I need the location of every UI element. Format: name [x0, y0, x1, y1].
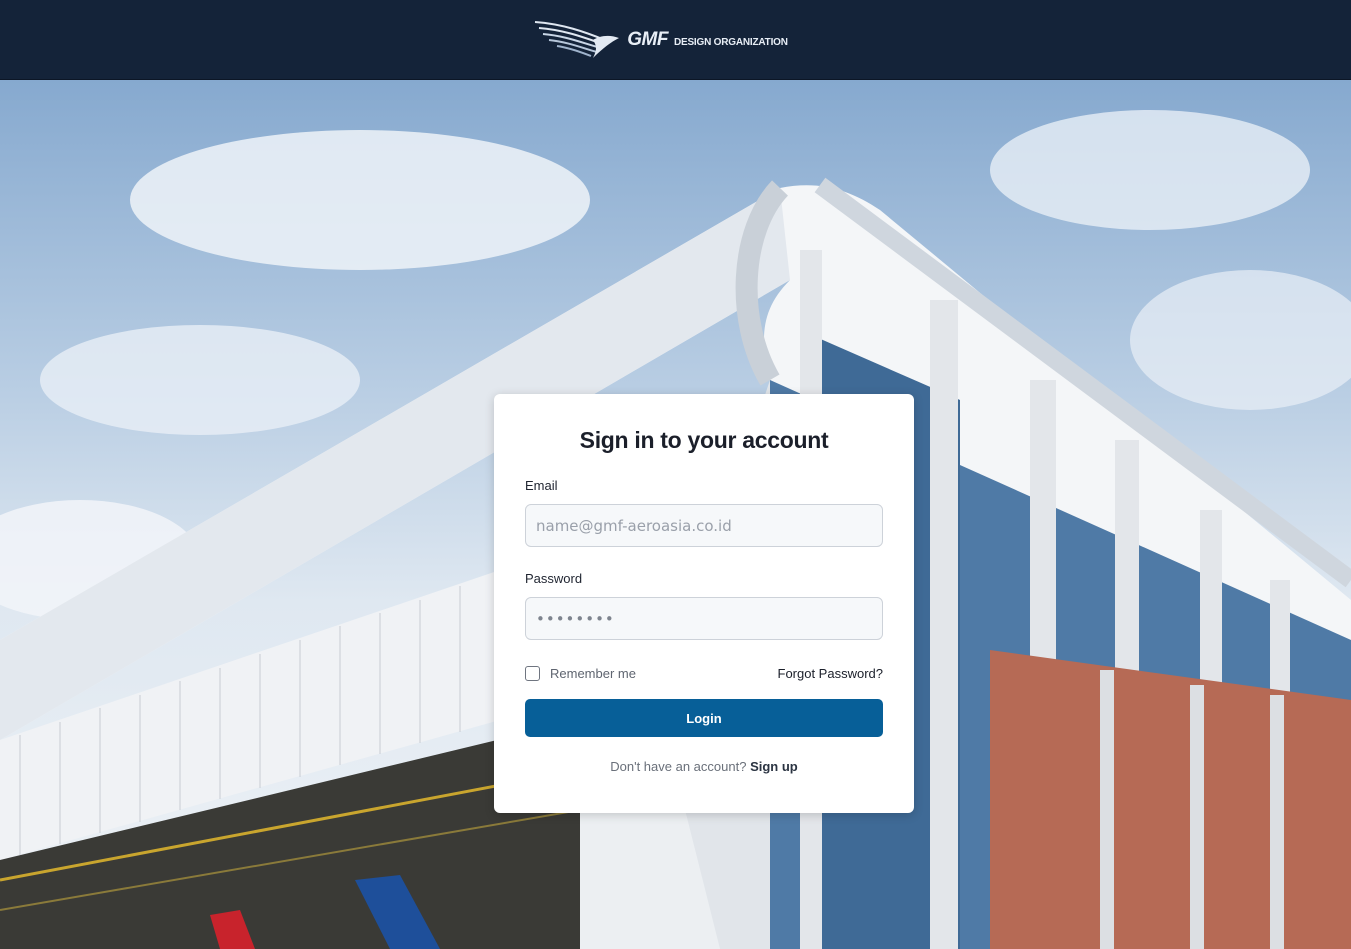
no-account-text: Don't have an account?: [610, 759, 747, 774]
forgot-password-link[interactable]: Forgot Password?: [778, 666, 884, 681]
signup-row: Don't have an account? Sign up: [525, 759, 883, 774]
remember-me-checkbox[interactable]: [525, 665, 540, 681]
password-label: Password: [525, 571, 583, 586]
login-title: Sign in to your account: [579, 427, 829, 453]
email-input[interactable]: [525, 504, 883, 547]
wing-logo-icon: [535, 20, 620, 58]
login-button[interactable]: Login: [525, 699, 883, 737]
options-row: Remember me Forgot Password?: [525, 664, 883, 682]
remember-me-group[interactable]: Remember me: [525, 665, 636, 681]
gmf-logo[interactable]: GMF DESIGN ORGANIZATION: [533, 18, 788, 62]
email-label: Email: [525, 478, 558, 493]
remember-me-label[interactable]: Remember me: [550, 666, 636, 681]
top-header: GMF DESIGN ORGANIZATION: [0, 0, 1351, 80]
password-input[interactable]: [525, 597, 883, 640]
login-card: Sign in to your account Email Password R…: [494, 394, 914, 813]
logo-wordmark: GMF: [627, 28, 668, 50]
sign-up-link[interactable]: Sign up: [750, 759, 798, 774]
logo-subtitle: DESIGN ORGANIZATION: [673, 37, 788, 48]
